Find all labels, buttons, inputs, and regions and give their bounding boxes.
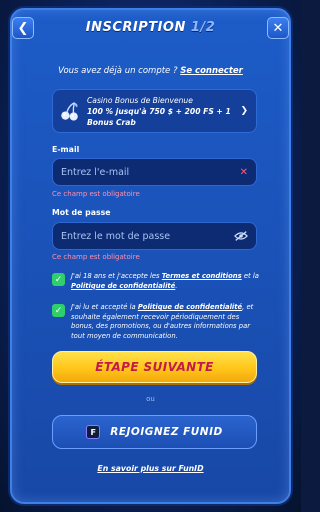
bonus-line2: Bonus Crab (87, 117, 136, 127)
funid-button[interactable]: F REJOIGNEZ FUNID (52, 415, 257, 449)
terms-row: ✓ J'ai 18 ans et j'accepte les Termes et… (52, 272, 262, 291)
page-title: INSCRIPTION 1/2 (86, 20, 216, 35)
funid-logo-icon: F (86, 425, 101, 439)
eye-off-icon[interactable] (234, 230, 248, 242)
close-icon: ✕ (272, 20, 284, 36)
privacy-link-2[interactable]: Politique de confidentialité (138, 303, 242, 311)
login-link[interactable]: Se connecter (180, 66, 243, 76)
modal-header: INSCRIPTION 1/2 (10, 12, 291, 42)
funid-label: REJOIGNEZ FUNID (110, 426, 223, 438)
login-prompt-text: Vous avez déjà un compte ? (58, 66, 178, 76)
marketing-row: ✓ J'ai lu et accepté la Politique de con… (52, 303, 262, 341)
bonus-title: Casino Bonus de Bienvenue (87, 95, 193, 105)
next-step-label: ÉTAPE SUIVANTE (95, 360, 214, 374)
terms-text: J'ai 18 ans et j'accepte les Termes et c… (71, 272, 259, 290)
email-field[interactable]: ✕ (52, 158, 257, 186)
check-icon: ✓ (54, 274, 63, 285)
next-step-button[interactable]: ÉTAPE SUIVANTE (52, 351, 257, 383)
check-icon: ✓ (54, 305, 63, 316)
password-field[interactable] (52, 222, 257, 250)
clear-icon[interactable]: ✕ (240, 167, 248, 178)
email-error: Ce champ est obligatoire (52, 190, 140, 198)
password-error: Ce champ est obligatoire (52, 253, 140, 261)
login-prompt: Vous avez déjà un compte ? Se connecter (10, 66, 291, 76)
title-text: INSCRIPTION (85, 19, 186, 35)
marketing-checkbox[interactable]: ✓ (52, 304, 65, 317)
close-button[interactable]: ✕ (267, 17, 289, 39)
or-divider: ou (146, 395, 155, 403)
marketing-text: J'ai lu et accepté la Politique de confi… (71, 303, 254, 340)
funid-more-link[interactable]: En savoir plus sur FunID (10, 464, 291, 473)
password-input[interactable] (61, 230, 234, 242)
terms-checkbox[interactable]: ✓ (52, 273, 65, 286)
password-label: Mot de passe (52, 208, 111, 217)
email-input[interactable] (61, 166, 240, 178)
bonus-line1: 100 % jusqu'à 750 $ + 200 FS + 1 (87, 106, 231, 116)
bonus-text: Casino Bonus de Bienvenue 100 % jusqu'à … (87, 95, 236, 128)
step-indicator: 1/2 (190, 19, 216, 35)
terms-link[interactable]: Termes et conditions (162, 272, 242, 280)
chevron-down-icon: ❯ (240, 106, 248, 116)
privacy-link[interactable]: Politique de confidentialité (71, 282, 175, 290)
cherry-icon (61, 102, 78, 121)
email-label: E-mail (52, 145, 80, 154)
bonus-select[interactable]: Casino Bonus de Bienvenue 100 % jusqu'à … (52, 89, 257, 133)
